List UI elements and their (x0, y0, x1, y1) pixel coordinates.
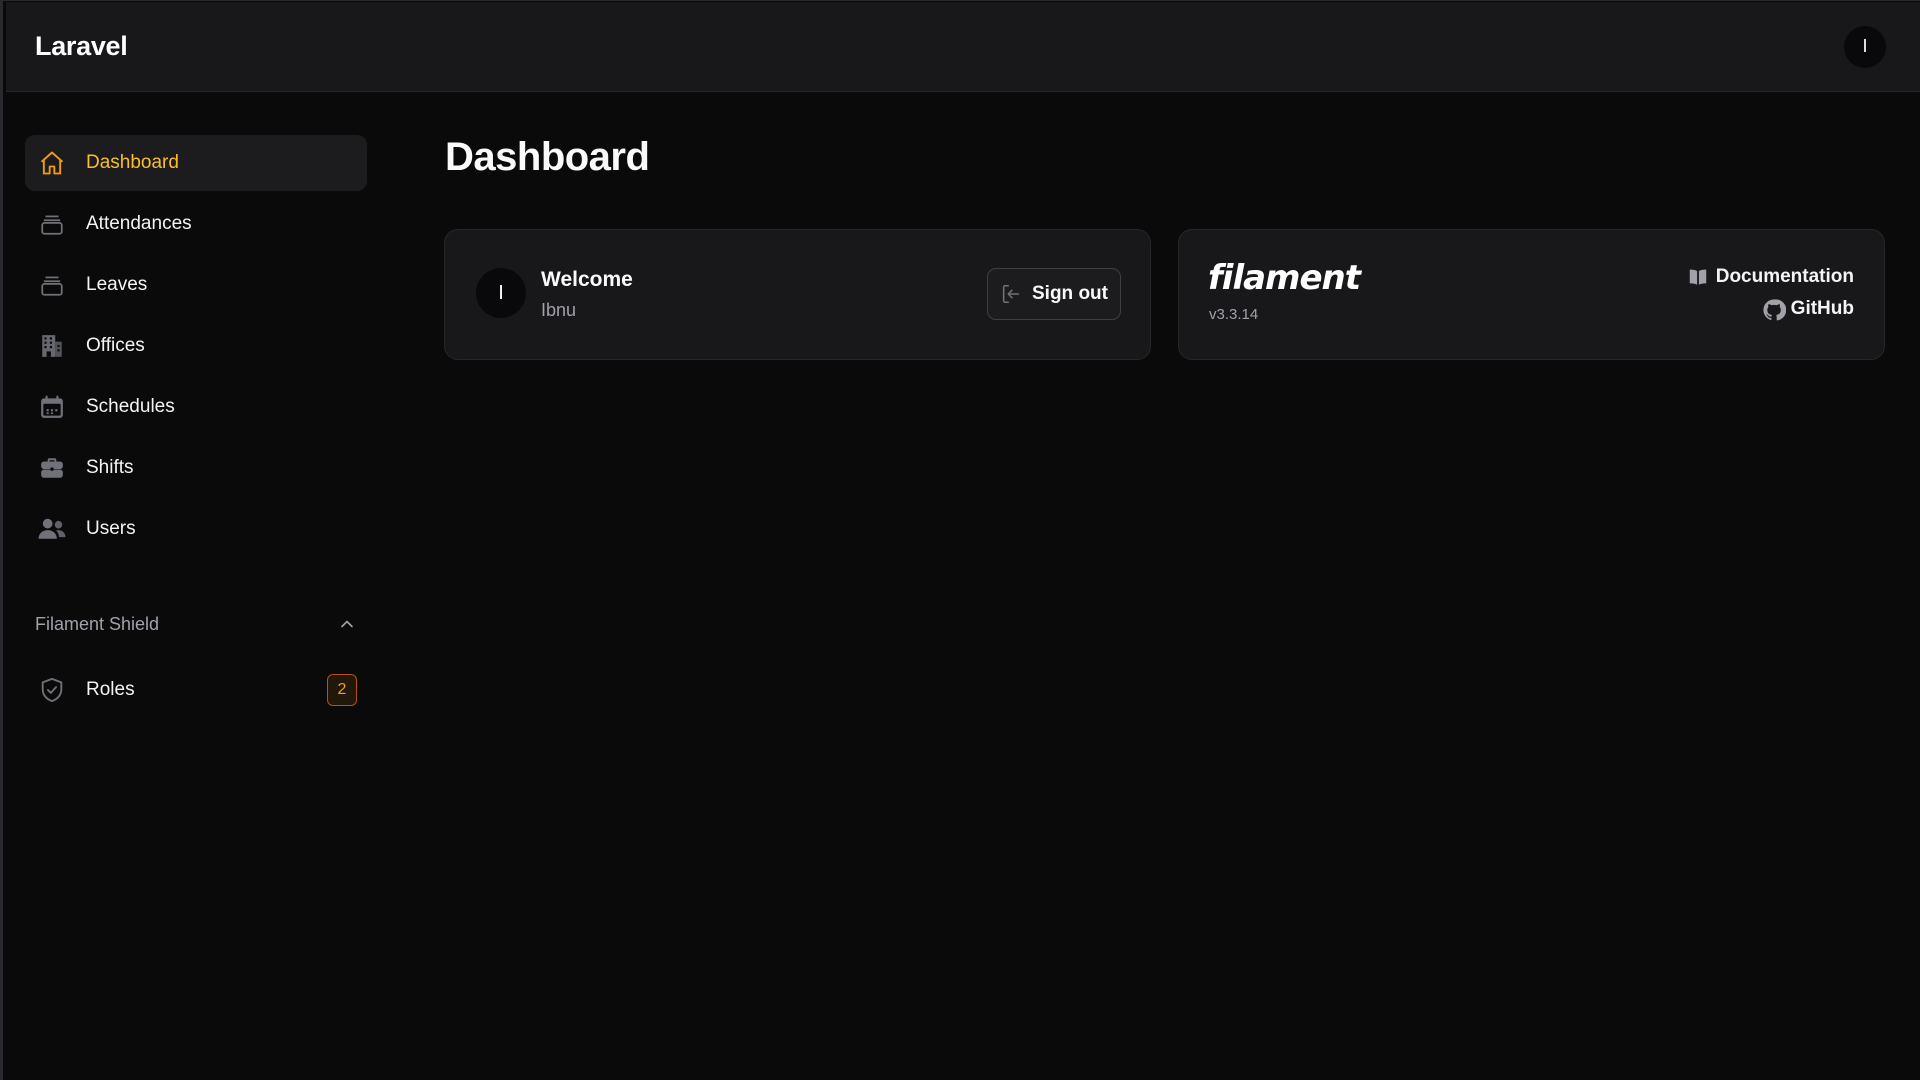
chevron-up-icon[interactable] (337, 614, 357, 634)
sidebar-item-label: Leaves (86, 274, 148, 295)
filament-info-widget: filament v3.3.14 Documentation GitHub (1178, 229, 1885, 360)
brand-name[interactable]: Laravel (35, 31, 128, 62)
app-frame: Laravel I Dashboard Attendances Leaves O… (0, 0, 1920, 1080)
inbox-stack-icon (37, 270, 67, 300)
nav-group-header[interactable]: Filament Shield (25, 604, 367, 644)
sidebar-item-label: Offices (86, 335, 145, 356)
sidebar-item-label: Attendances (86, 213, 192, 234)
welcome-heading: Welcome (541, 268, 633, 291)
sidebar-item-label: Roles (86, 679, 135, 700)
book-open-icon (1687, 266, 1709, 288)
inbox-stack-icon (37, 209, 67, 239)
sign-out-button[interactable]: Sign out (987, 268, 1121, 320)
sidebar-item-dashboard[interactable]: Dashboard (25, 135, 367, 191)
sidebar-item-schedules[interactable]: Schedules (25, 379, 367, 435)
github-link[interactable]: GitHub (1762, 298, 1854, 321)
sidebar-item-label: Schedules (86, 396, 175, 417)
home-icon (37, 148, 67, 178)
sidebar-item-roles[interactable]: Roles 2 (25, 662, 367, 718)
avatar: I (476, 268, 526, 318)
documentation-label: Documentation (1715, 266, 1854, 287)
version-label: v3.3.14 (1209, 306, 1259, 323)
sidebar-item-offices[interactable]: Offices (25, 318, 367, 374)
building-office-icon (37, 331, 67, 361)
documentation-link[interactable]: Documentation (1687, 266, 1854, 288)
filament-logo[interactable]: filament (1208, 258, 1361, 298)
sign-out-icon (1000, 283, 1022, 305)
count-badge: 2 (327, 674, 357, 706)
users-icon (37, 514, 67, 544)
page-title: Dashboard (445, 135, 650, 179)
briefcase-icon (37, 453, 67, 483)
sidebar-item-attendances[interactable]: Attendances (25, 196, 367, 252)
sidebar-item-users[interactable]: Users (25, 501, 367, 557)
user-avatar[interactable]: I (1844, 25, 1886, 68)
nav-group-label: Filament Shield (35, 613, 160, 634)
sidebar-item-shifts[interactable]: Shifts (25, 440, 367, 496)
sidebar-item-label: Shifts (86, 457, 134, 478)
github-label: GitHub (1790, 298, 1854, 319)
sidebar-item-label: Dashboard (86, 152, 179, 173)
calendar-icon (37, 392, 67, 422)
user-name: Ibnu (541, 300, 577, 320)
sign-out-label: Sign out (1032, 283, 1108, 304)
top-bar: Laravel I (6, 2, 1920, 92)
account-widget: I Welcome Ibnu Sign out (444, 229, 1151, 360)
sidebar-item-leaves[interactable]: Leaves (25, 257, 367, 313)
shield-check-icon (37, 675, 67, 705)
sidebar-item-label: Users (86, 518, 136, 539)
sidebar: Dashboard Attendances Leaves Offices Sch… (25, 135, 367, 723)
github-icon (1762, 298, 1786, 321)
